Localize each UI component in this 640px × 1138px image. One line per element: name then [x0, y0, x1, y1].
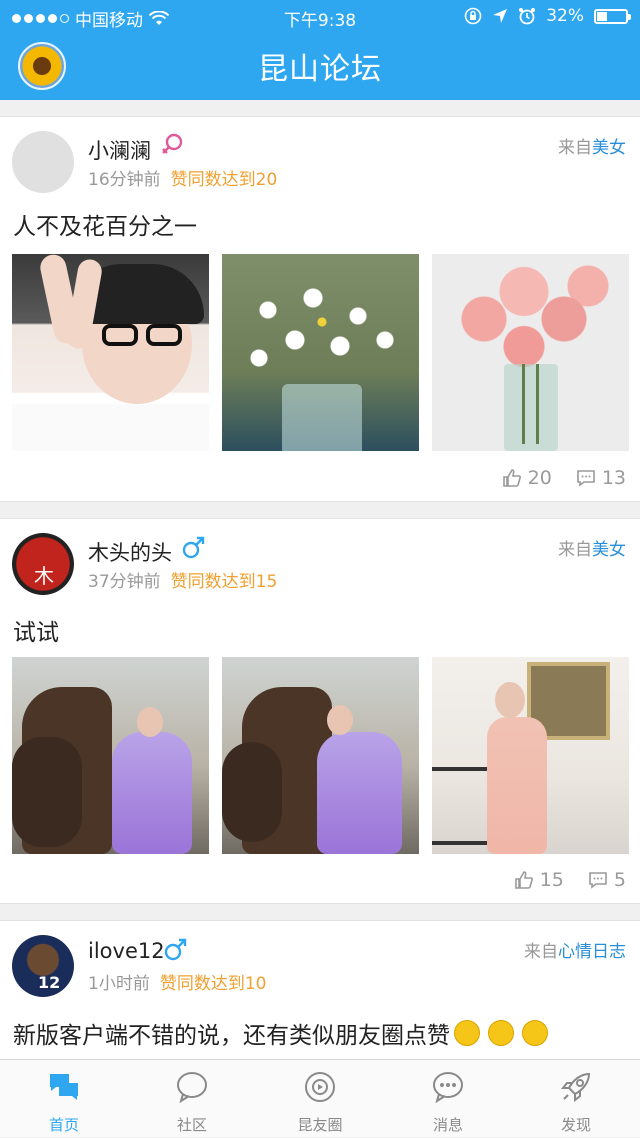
male-gender-icon — [164, 938, 187, 961]
like-milestone-badge: 赞同数达到10 — [159, 974, 267, 994]
bottom-tab-bar: 首页 社区 昆友圈 消息 发现 — [0, 1059, 640, 1137]
source-category-link[interactable]: 美女 — [592, 138, 626, 158]
avatar[interactable]: 木 — [12, 533, 74, 595]
top-bar: 中国移动 下午9:38 32% 昆山论坛 — [0, 0, 640, 100]
post-username[interactable]: ilove12 — [88, 939, 165, 963]
comment-icon — [589, 872, 607, 889]
post-image-horse-2[interactable] — [222, 657, 419, 854]
post-text: 人不及花百分之一 — [13, 214, 197, 240]
smiley-emoji-icon — [522, 1020, 548, 1046]
post-image-horse-1[interactable] — [12, 657, 209, 854]
orientation-lock-icon — [464, 7, 482, 25]
post-source: 来自美女 — [558, 535, 626, 560]
tab-label: 社区 — [176, 1116, 207, 1134]
post-stats: 15 5 — [514, 869, 626, 891]
post-meta: 1小时前 赞同数达到10 — [88, 969, 266, 994]
like-button[interactable]: 20 — [502, 467, 552, 489]
comment-icon — [577, 470, 595, 487]
post-image-roses[interactable] — [432, 254, 629, 451]
smiley-emoji-icon — [488, 1020, 514, 1046]
male-gender-icon — [182, 536, 205, 559]
post-stats: 20 13 — [502, 467, 626, 489]
comment-count: 13 — [601, 467, 626, 489]
community-bubble-icon — [177, 1072, 207, 1104]
post-time: 1小时前 — [88, 974, 150, 994]
like-milestone-badge: 赞同数达到20 — [170, 170, 278, 190]
post-feed[interactable]: 小澜澜 16分钟前 赞同数达到20 来自美女 人不及花百分之一 20 13 木 … — [0, 116, 640, 1138]
home-chat-icon — [50, 1074, 78, 1100]
post-username[interactable]: 木头的头 — [88, 537, 172, 567]
comment-button[interactable]: 5 — [588, 869, 626, 891]
post-card[interactable]: 木 木头的头 37分钟前 赞同数达到15 来自美女 试试 15 5 — [0, 518, 640, 904]
post-text: 新版客户端不错的说，还有类似朋友圈点赞 — [13, 1023, 450, 1049]
rocket-icon — [560, 1072, 591, 1103]
source-category-link[interactable]: 心情日志 — [558, 942, 626, 962]
status-bar: 中国移动 下午9:38 32% — [0, 0, 640, 34]
app-title: 昆山论坛 — [258, 52, 382, 87]
female-gender-icon — [162, 133, 183, 154]
post-images — [12, 657, 629, 854]
post-image-selfie[interactable] — [12, 254, 209, 451]
tab-discover[interactable]: 发现 — [512, 1060, 640, 1137]
tab-label: 消息 — [432, 1116, 463, 1134]
post-images — [12, 254, 629, 451]
tab-label: 昆友圈 — [297, 1116, 343, 1134]
location-arrow-icon — [493, 9, 508, 23]
tab-messages[interactable]: 消息 — [384, 1060, 512, 1137]
like-count: 15 — [539, 869, 564, 891]
post-time: 37分钟前 — [88, 572, 161, 592]
tab-community[interactable]: 社区 — [128, 1060, 256, 1137]
tab-label: 发现 — [560, 1116, 591, 1134]
like-milestone-badge: 赞同数达到15 — [170, 572, 278, 592]
battery-percent: 32% — [546, 6, 584, 26]
post-source: 来自美女 — [558, 133, 626, 158]
source-prefix: 来自 — [524, 942, 558, 962]
tab-home[interactable]: 首页 — [0, 1060, 128, 1137]
comment-count: 5 — [613, 869, 626, 891]
alarm-clock-icon — [519, 8, 536, 25]
post-text: 试试 — [13, 620, 59, 646]
battery-icon — [594, 8, 631, 24]
post-meta: 37分钟前 赞同数达到15 — [88, 567, 277, 592]
like-button[interactable]: 15 — [514, 869, 564, 891]
source-prefix: 来自 — [558, 540, 592, 560]
comment-button[interactable]: 13 — [576, 467, 626, 489]
friends-circle-icon — [305, 1072, 335, 1102]
tab-friends-circle[interactable]: 昆友圈 — [256, 1060, 384, 1137]
thumbs-up-icon — [502, 469, 521, 487]
tab-label: 首页 — [48, 1116, 79, 1134]
post-image-portrait[interactable] — [432, 657, 629, 854]
post-source: 来自心情日志 — [524, 937, 626, 962]
post-card[interactable]: 小澜澜 16分钟前 赞同数达到20 来自美女 人不及花百分之一 20 13 — [0, 116, 640, 502]
avatar[interactable]: 12 — [12, 935, 74, 997]
like-count: 20 — [527, 467, 552, 489]
thumbs-up-icon — [514, 871, 533, 889]
source-category-link[interactable]: 美女 — [592, 540, 626, 560]
post-username[interactable]: 小澜澜 — [88, 135, 151, 165]
post-image-daisies[interactable] — [222, 254, 419, 451]
post-meta: 16分钟前 赞同数达到20 — [88, 165, 277, 190]
post-time: 16分钟前 — [88, 170, 161, 190]
message-dots-icon — [433, 1072, 463, 1104]
avatar[interactable] — [12, 131, 74, 193]
post-text-row: 新版客户端不错的说，还有类似朋友圈点赞 — [13, 1016, 548, 1050]
smiley-emoji-icon — [454, 1020, 480, 1046]
source-prefix: 来自 — [558, 138, 592, 158]
